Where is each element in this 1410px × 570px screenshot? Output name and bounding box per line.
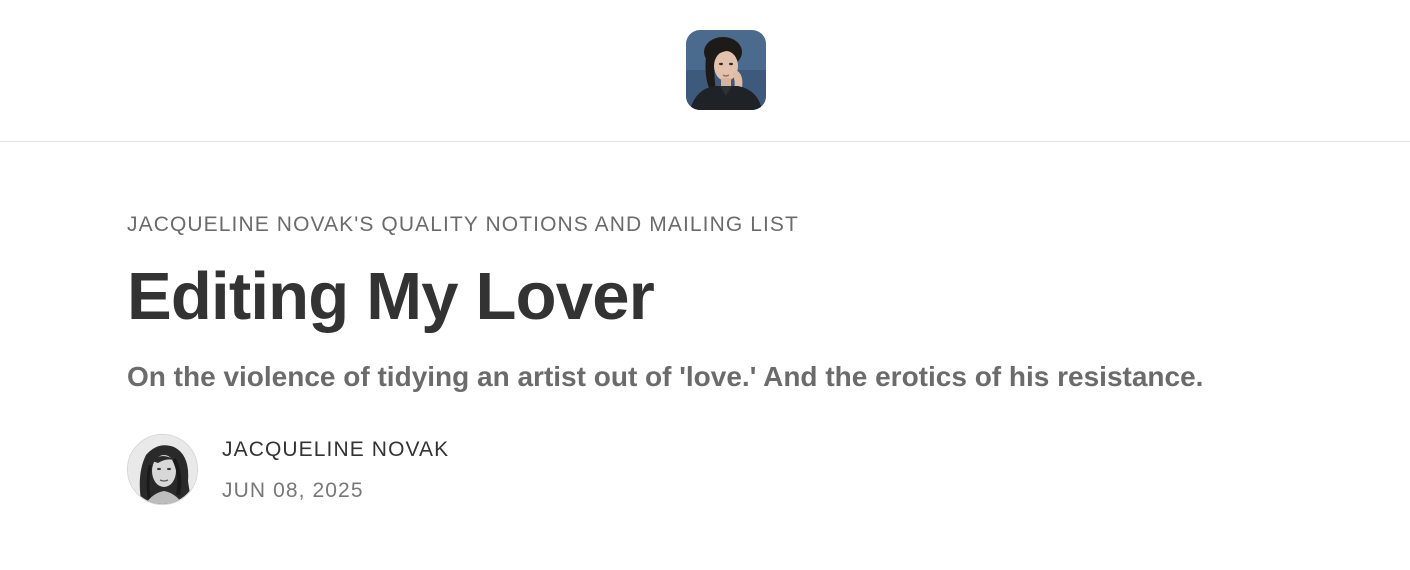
post-subtitle: On the violence of tidying an artist out… xyxy=(127,361,1204,392)
publication-name-link[interactable]: JACQUELINE NOVAK'S QUALITY NOTIONS AND M… xyxy=(127,213,799,237)
portrait-icon xyxy=(686,30,766,110)
top-bar xyxy=(0,0,1410,142)
author-portrait-icon xyxy=(128,435,197,504)
post-title: Editing My Lover xyxy=(127,259,655,334)
post-date: JUN 08, 2025 xyxy=(222,479,364,502)
author-avatar[interactable] xyxy=(127,434,198,505)
author-name-link[interactable]: JACQUELINE NOVAK xyxy=(222,438,449,462)
publication-logo[interactable] xyxy=(686,30,766,110)
byline: JACQUELINE NOVAK JUN 08, 2025 xyxy=(127,434,727,506)
